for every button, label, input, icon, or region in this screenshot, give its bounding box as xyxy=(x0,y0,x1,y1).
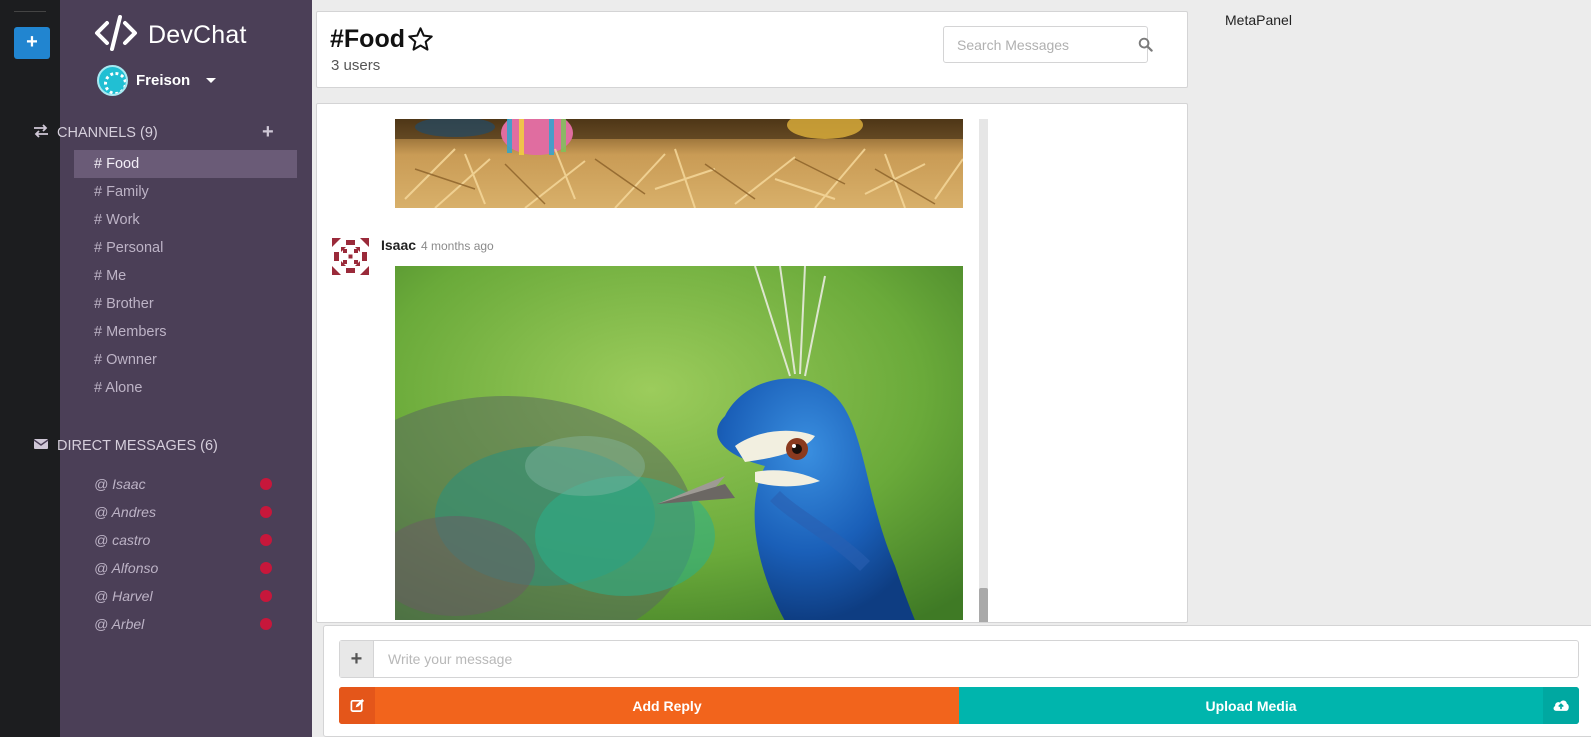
dm-item-arbel[interactable]: @ Arbel xyxy=(74,610,297,638)
message-input[interactable] xyxy=(374,641,1578,677)
direct-messages-header: DIRECT MESSAGES (6) xyxy=(33,437,223,455)
mail-icon xyxy=(33,437,49,455)
message-avatar[interactable] xyxy=(332,238,369,275)
search-input[interactable] xyxy=(944,27,1138,62)
channels-header: CHANNELS (9) xyxy=(33,124,223,142)
avatar xyxy=(97,65,128,96)
message-input-group: + xyxy=(339,640,1579,678)
status-dot xyxy=(260,618,272,630)
workspace-rail: + xyxy=(0,0,60,737)
brand: DevChat xyxy=(94,15,247,56)
status-dot xyxy=(260,590,272,602)
dm-item-harvel[interactable]: @ Harvel xyxy=(74,582,297,610)
add-workspace-button[interactable]: + xyxy=(14,27,50,59)
dm-label: @ Andres xyxy=(94,504,156,520)
message-image-easter-eggs[interactable] xyxy=(395,119,963,208)
upload-media-label: Upload Media xyxy=(1205,697,1297,714)
message-author[interactable]: Isaac xyxy=(381,237,416,253)
message-image-peacock[interactable] xyxy=(395,266,963,620)
exchange-icon xyxy=(33,124,49,142)
channel-item-personal[interactable]: # Personal xyxy=(74,234,297,262)
search-box xyxy=(943,26,1153,63)
status-dot xyxy=(260,506,272,518)
code-icon xyxy=(94,15,138,56)
dm-item-alfonso[interactable]: @ Alfonso xyxy=(74,554,297,582)
channel-item-food[interactable]: # Food xyxy=(74,150,297,178)
dm-label: @ Arbel xyxy=(94,616,145,632)
message-composer: + Add Reply Upload Media xyxy=(323,625,1591,737)
channel-title-text: #Food xyxy=(330,25,405,53)
dm-item-castro[interactable]: @ castro xyxy=(74,526,297,554)
messages-panel: Isaac 4 months ago xyxy=(316,103,1188,623)
dm-label: @ Harvel xyxy=(94,588,153,604)
messages-scrollbar-thumb[interactable] xyxy=(979,588,988,622)
user-name: Freison xyxy=(136,72,191,89)
direct-messages-header-label: DIRECT MESSAGES (6) xyxy=(57,438,218,454)
dm-label: @ Alfonso xyxy=(94,560,159,576)
upload-media-button[interactable]: Upload Media xyxy=(959,687,1579,724)
chevron-down-icon xyxy=(206,78,217,83)
channel-title: #Food xyxy=(330,25,434,54)
channel-item-me[interactable]: # Me xyxy=(74,262,297,290)
user-menu[interactable]: Freison xyxy=(97,65,217,96)
dm-label: @ castro xyxy=(94,532,151,548)
channel-item-work[interactable]: # Work xyxy=(74,206,297,234)
channel-user-count: 3 users xyxy=(331,57,381,74)
status-dot xyxy=(260,562,272,574)
add-reply-button[interactable]: Add Reply xyxy=(339,687,959,724)
search-icon[interactable] xyxy=(1138,37,1153,52)
star-icon[interactable] xyxy=(407,26,434,53)
dm-item-isaac[interactable]: @ Isaac xyxy=(74,470,297,498)
edit-icon xyxy=(339,687,375,724)
rail-divider xyxy=(14,11,46,12)
message-timestamp: 4 months ago xyxy=(421,239,494,253)
dm-item-andres[interactable]: @ Andres xyxy=(74,498,297,526)
cloud-upload-icon xyxy=(1543,687,1579,724)
add-reply-label: Add Reply xyxy=(632,697,702,714)
channels-header-label: CHANNELS (9) xyxy=(57,125,158,141)
app-name: DevChat xyxy=(148,21,247,49)
add-channel-button[interactable]: + xyxy=(262,122,274,142)
messages-scrollbar[interactable] xyxy=(979,119,988,622)
status-dot xyxy=(260,534,272,546)
channel-item-family[interactable]: # Family xyxy=(74,178,297,206)
status-dot xyxy=(260,478,272,490)
channel-item-ownner[interactable]: # Ownner xyxy=(74,346,297,374)
channel-item-brother[interactable]: # Brother xyxy=(74,290,297,318)
plus-icon[interactable]: + xyxy=(340,641,374,677)
metapanel-title: MetaPanel xyxy=(1225,12,1292,28)
channel-item-members[interactable]: # Members xyxy=(74,318,297,346)
channel-header: #Food 3 users xyxy=(316,11,1188,88)
channel-item-alone[interactable]: # Alone xyxy=(74,374,297,402)
dm-label: @ Isaac xyxy=(94,476,146,492)
